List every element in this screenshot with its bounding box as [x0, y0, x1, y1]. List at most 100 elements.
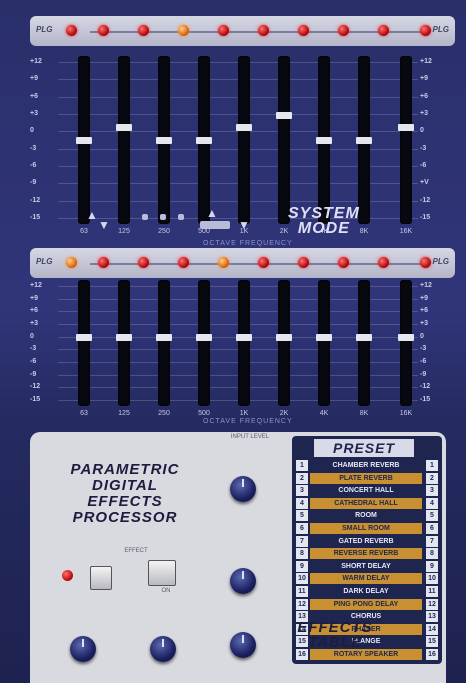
- preset-row[interactable]: 9 SHORT DELAY 9: [296, 560, 438, 572]
- eq-slider-4K[interactable]: [316, 56, 332, 224]
- mode-button-3[interactable]: [178, 214, 184, 220]
- scale-label-right: +6: [420, 307, 428, 315]
- scale-label-left: -6: [30, 358, 37, 365]
- up-arrow-icon[interactable]: ▲: [206, 206, 218, 220]
- eq-slider-16K[interactable]: [398, 280, 414, 406]
- eq-slider-250[interactable]: [156, 56, 172, 224]
- freq-label: 500: [198, 228, 210, 235]
- slider-knob[interactable]: [156, 136, 172, 144]
- preset-name: REVERSE REVERB: [310, 548, 422, 560]
- eq-slider-16K[interactable]: [398, 56, 414, 224]
- slider-knob[interactable]: [398, 333, 414, 341]
- scale-label-right: +12: [420, 58, 432, 65]
- power-button[interactable]: [90, 566, 112, 590]
- freq-caption: OCTAVE FREQUENCY: [203, 418, 293, 425]
- left-knob[interactable]: [70, 636, 96, 662]
- eq-slider-125[interactable]: [116, 56, 132, 224]
- preset-row[interactable]: 6 SMALL ROOM 6: [296, 523, 438, 534]
- preset-number-right: 13: [426, 611, 438, 623]
- slider-knob[interactable]: [156, 333, 172, 341]
- scale-label-left: -12: [30, 196, 41, 204]
- eq-slider-8K[interactable]: [356, 56, 372, 224]
- preset-row[interactable]: 1 CHAMBER REVERB 1: [296, 460, 438, 471]
- preset-row[interactable]: 5 ROOM 5: [296, 510, 438, 522]
- up-arrow-icon[interactable]: ▲: [86, 208, 98, 222]
- preset-name: CATHEDRAL HALL: [310, 497, 422, 509]
- scale-label-right: 0: [420, 332, 424, 340]
- preset-row[interactable]: 10 WARM DELAY 10: [296, 573, 438, 585]
- slider-knob[interactable]: [236, 333, 252, 341]
- eq-slider-500[interactable]: [196, 280, 212, 406]
- level-led-icon: [138, 25, 149, 36]
- effect-button[interactable]: [148, 560, 176, 586]
- slider-knob[interactable]: [356, 333, 372, 341]
- eq-slider-500[interactable]: [196, 56, 212, 224]
- level-led-icon: [378, 257, 389, 268]
- preset-number-right: 16: [426, 649, 438, 660]
- eq-slider-1K[interactable]: [236, 56, 252, 224]
- preset-row[interactable]: 7 GATED REVERB 7: [296, 535, 438, 547]
- mode-button-1[interactable]: [142, 214, 148, 220]
- preset-row[interactable]: 2 PLATE REVERB 2: [296, 472, 438, 484]
- eq-slider-2K[interactable]: [276, 56, 292, 224]
- freq-label: 250: [158, 410, 170, 417]
- eq-slider-4K[interactable]: [316, 280, 332, 406]
- eq-slider-63[interactable]: [76, 56, 92, 224]
- strip-label-right: PLG: [432, 257, 449, 266]
- slider-knob[interactable]: [276, 333, 292, 341]
- preset-name: SMALL ROOM: [310, 523, 422, 534]
- scale-label-right: -12: [420, 383, 431, 391]
- slider-knob[interactable]: [316, 333, 332, 341]
- preset-number-right: 11: [426, 586, 438, 597]
- eq-slider-8K[interactable]: [356, 280, 372, 406]
- preset-name: DARK DELAY: [343, 588, 389, 595]
- preset-row[interactable]: 12 PING PONG DELAY 12: [296, 598, 438, 610]
- slider-knob[interactable]: [398, 123, 414, 131]
- eq-slider-2K[interactable]: [276, 280, 292, 406]
- slider-knob[interactable]: [196, 136, 212, 144]
- right-knob[interactable]: [230, 632, 256, 658]
- slider-knob[interactable]: [76, 136, 92, 144]
- level-led-icon: [378, 25, 389, 36]
- freq-label: 63: [80, 410, 88, 417]
- slider-knob[interactable]: [276, 112, 292, 120]
- level-led-icon: [258, 257, 269, 268]
- down-arrow-icon[interactable]: ▼: [98, 218, 110, 232]
- eq-slider-250[interactable]: [156, 280, 172, 406]
- preset-row[interactable]: 11 DARK DELAY 11: [296, 586, 438, 597]
- scale-label-left: +6: [30, 92, 38, 100]
- eq-slider-1K[interactable]: [236, 280, 252, 406]
- preset-number: 1: [296, 460, 308, 471]
- eq-slider-63[interactable]: [76, 280, 92, 406]
- mode-button-2[interactable]: [160, 214, 166, 220]
- level-led-icon: [298, 25, 309, 36]
- preset-number-right: 9: [426, 560, 438, 572]
- preset-row[interactable]: 3 CONCERT HALL 3: [296, 485, 438, 497]
- center-knob[interactable]: [150, 636, 176, 662]
- level-led-icon: [338, 25, 349, 36]
- mid-knob[interactable]: [230, 568, 256, 594]
- preset-row[interactable]: 4 CATHEDRAL HALL 4: [296, 497, 438, 509]
- level-led-icon: [98, 25, 109, 36]
- slider-knob[interactable]: [316, 136, 332, 144]
- down-arrow-icon[interactable]: ▼: [238, 218, 250, 232]
- preset-number-right: 14: [426, 623, 438, 635]
- preset-title: PRESET: [314, 439, 414, 457]
- slider-knob[interactable]: [236, 123, 252, 131]
- eq-slider-125[interactable]: [116, 280, 132, 406]
- mode-bar-button[interactable]: [200, 221, 230, 229]
- slider-knob[interactable]: [356, 136, 372, 144]
- freq-label: 4K: [319, 410, 329, 417]
- slider-knob[interactable]: [116, 123, 132, 131]
- scale-label-right: -3: [420, 345, 427, 353]
- level-led-icon: [420, 25, 431, 36]
- slider-knob[interactable]: [116, 333, 132, 341]
- preset-row[interactable]: 8 REVERSE REVERB 8: [296, 548, 438, 560]
- preset-number: 2: [296, 472, 308, 484]
- slider-knob[interactable]: [196, 333, 212, 341]
- level-led-icon: [66, 257, 77, 268]
- slider-knob[interactable]: [76, 333, 92, 341]
- level-led-icon: [66, 25, 77, 36]
- input-level-knob[interactable]: [230, 476, 256, 502]
- scale-label-right: +V: [420, 179, 429, 187]
